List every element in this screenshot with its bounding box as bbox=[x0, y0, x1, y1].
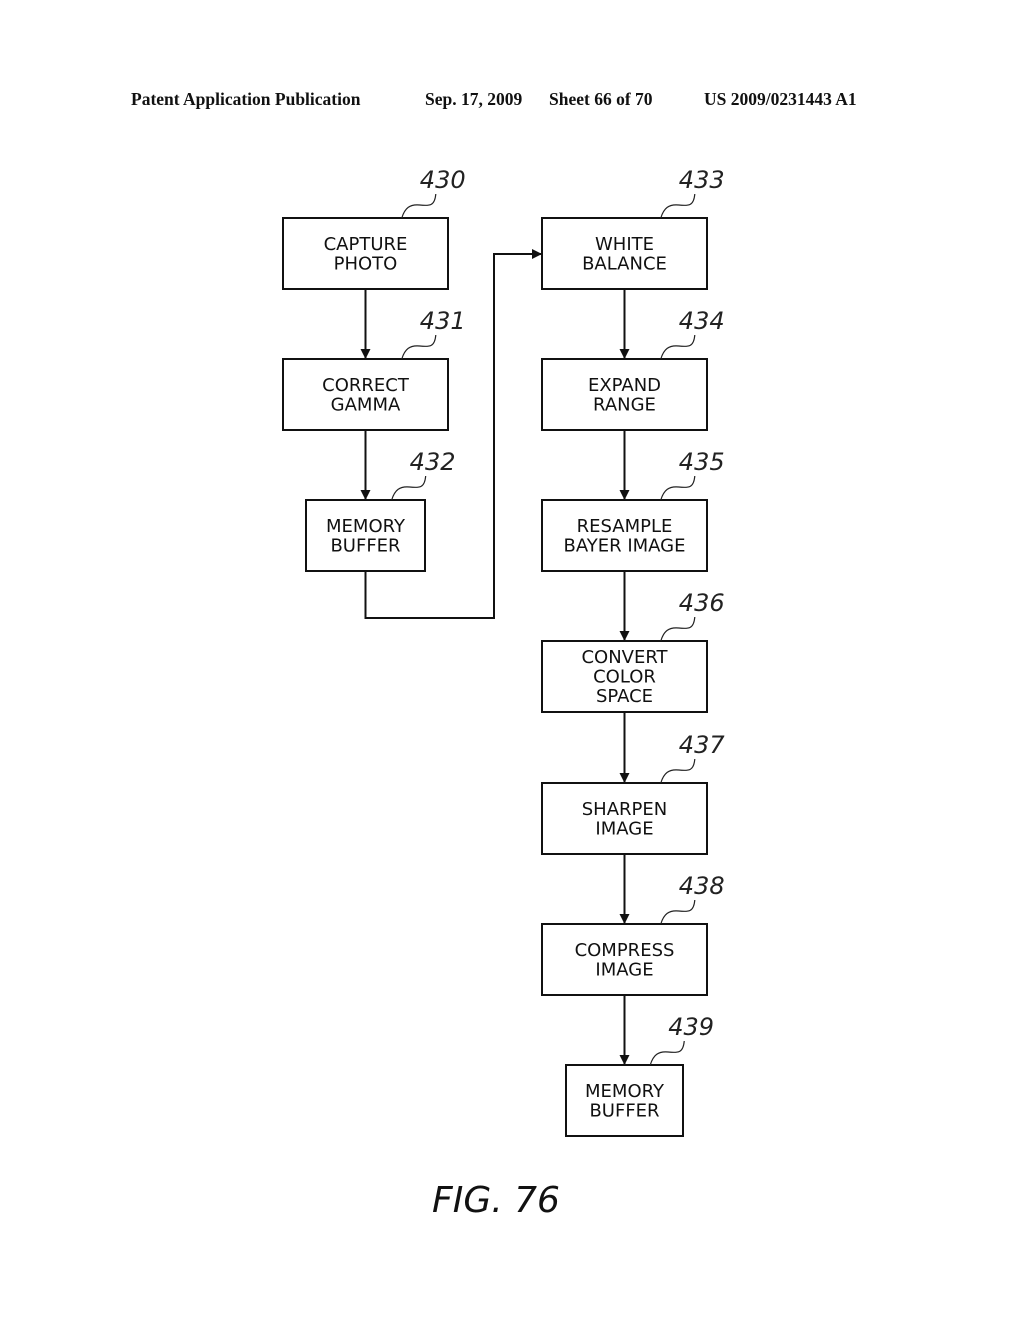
step-label-line: BUFFER bbox=[330, 535, 400, 556]
step-label-line: RESAMPLE bbox=[577, 516, 673, 537]
step-label-line: GAMMA bbox=[331, 394, 401, 415]
reference-numeral: 437 bbox=[679, 731, 726, 759]
step-label-line: BUFFER bbox=[589, 1100, 659, 1121]
step-label-line: COMPRESS bbox=[575, 940, 675, 961]
step-label-line: SPACE bbox=[596, 686, 653, 707]
leader-line bbox=[660, 616, 696, 642]
process-step-430: CAPTUREPHOTO 430 bbox=[282, 166, 466, 290]
flowchart: CAPTUREPHOTO430CORRECTGAMMA431MEMORYBUFF… bbox=[282, 166, 726, 1221]
step-label-line: IMAGE bbox=[595, 959, 653, 980]
reference-numeral: 432 bbox=[410, 448, 456, 476]
step-label-line: WHITE bbox=[595, 234, 654, 255]
reference-numeral: 435 bbox=[679, 448, 725, 476]
step-label-line: BAYER IMAGE bbox=[563, 535, 685, 556]
leader-line bbox=[660, 193, 696, 219]
leader-line bbox=[660, 758, 696, 784]
reference-numeral: 430 bbox=[420, 166, 466, 194]
leader-line bbox=[401, 334, 437, 360]
leader-line bbox=[660, 334, 696, 360]
process-step-435: RESAMPLEBAYER IMAGE 435 bbox=[541, 448, 725, 572]
leader-line bbox=[391, 475, 427, 501]
step-label-line: EXPAND bbox=[588, 375, 661, 396]
step-label-line: RANGE bbox=[593, 394, 656, 415]
leader-line bbox=[660, 899, 696, 925]
process-step-434: EXPANDRANGE 434 bbox=[541, 307, 725, 431]
figure-label: FIG. 76 bbox=[432, 1180, 560, 1221]
reference-numeral: 431 bbox=[420, 307, 466, 335]
process-step-431: CORRECTGAMMA 431 bbox=[282, 307, 466, 431]
leader-line bbox=[660, 475, 696, 501]
step-label-line: MEMORY bbox=[585, 1081, 665, 1102]
leader-line bbox=[649, 1040, 685, 1066]
process-step-432: MEMORYBUFFER 432 bbox=[305, 448, 456, 572]
process-step-436: CONVERTCOLORSPACE 436 bbox=[541, 589, 725, 713]
process-step-437: SHARPENIMAGE 437 bbox=[541, 731, 726, 855]
step-label-line: COLOR bbox=[593, 667, 656, 688]
step-label-line: CONVERT bbox=[581, 647, 668, 668]
step-label-line: SHARPEN bbox=[582, 799, 667, 820]
reference-numeral: 438 bbox=[679, 872, 725, 900]
step-label-line: IMAGE bbox=[595, 818, 653, 839]
reference-numeral: 439 bbox=[668, 1013, 714, 1041]
reference-numeral: 436 bbox=[679, 589, 725, 617]
step-label-line: MEMORY bbox=[326, 516, 406, 537]
step-label-line: BALANCE bbox=[582, 253, 667, 274]
process-step-438: COMPRESSIMAGE 438 bbox=[541, 872, 725, 996]
step-label-line: CAPTURE bbox=[324, 234, 408, 255]
leader-line bbox=[401, 193, 437, 219]
process-step-439: MEMORYBUFFER 439 bbox=[565, 1013, 714, 1137]
process-step-433: WHITEBALANCE 433 bbox=[541, 166, 725, 290]
process-boxes: CAPTUREPHOTO430CORRECTGAMMA431MEMORYBUFF… bbox=[282, 166, 726, 1137]
reference-numeral: 434 bbox=[679, 307, 725, 335]
step-label-line: CORRECT bbox=[322, 375, 410, 396]
step-label-line: PHOTO bbox=[334, 253, 398, 274]
reference-numeral: 433 bbox=[679, 166, 725, 194]
